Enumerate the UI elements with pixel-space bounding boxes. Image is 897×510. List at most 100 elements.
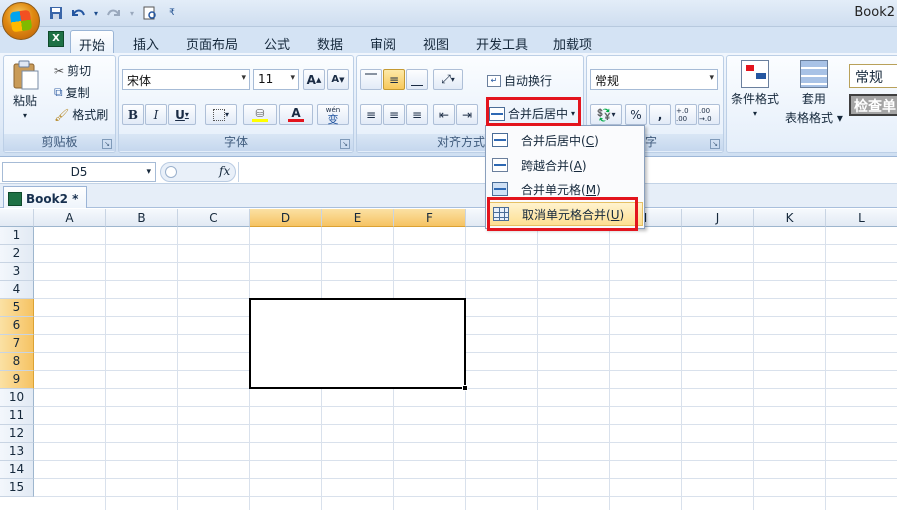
tab-developer[interactable]: 开发工具 bbox=[468, 30, 536, 53]
copy-button[interactable]: ⧉ 复制 bbox=[54, 84, 90, 101]
row-header-9[interactable]: 9 bbox=[0, 371, 34, 389]
border-button[interactable]: ▾ bbox=[205, 104, 237, 125]
merge-center-icon bbox=[492, 133, 508, 147]
menu-item-merge-center[interactable]: 合并后居中(C) bbox=[487, 128, 643, 152]
increase-decimal-button[interactable]: +.0 .00 bbox=[675, 104, 697, 125]
row-header-13[interactable]: 13 bbox=[0, 443, 34, 461]
shrink-font-button[interactable]: A ▼ bbox=[327, 69, 349, 90]
menu-item-merge-cells[interactable]: 合并单元格(M) bbox=[487, 177, 643, 201]
grow-font-button[interactable]: A ▲ bbox=[303, 69, 325, 90]
underline-button[interactable]: U ▾ bbox=[168, 104, 196, 125]
workbook-tab[interactable]: Book2 * bbox=[3, 186, 88, 208]
customize-toolbar-icon[interactable]: ₹ bbox=[164, 5, 180, 21]
excel-icon[interactable]: X bbox=[48, 31, 64, 47]
column-header-b[interactable]: B bbox=[106, 209, 178, 227]
office-button[interactable] bbox=[2, 2, 40, 40]
conditional-format-icon bbox=[741, 60, 769, 88]
selected-range[interactable] bbox=[249, 298, 466, 389]
fill-handle[interactable] bbox=[462, 385, 468, 391]
format-painter-button[interactable]: 🖌 格式刷 bbox=[54, 106, 108, 123]
grid-row-line bbox=[34, 406, 897, 407]
dialog-launcher-icon[interactable]: ↘ bbox=[710, 139, 720, 149]
align-center-button[interactable]: ≡ bbox=[383, 104, 405, 125]
phonetic-button[interactable]: wén 变 bbox=[317, 104, 349, 125]
format-as-table-button[interactable]: 套用 表格格式 ▾ bbox=[785, 60, 843, 126]
menu-item-unmerge-cells[interactable]: 取消单元格合并(U) bbox=[487, 202, 643, 226]
row-header-14[interactable]: 14 bbox=[0, 461, 34, 479]
column-header-a[interactable]: A bbox=[34, 209, 106, 227]
align-right-button[interactable]: ≡ bbox=[406, 104, 428, 125]
currency-button[interactable]: 💱 ▾ bbox=[590, 104, 622, 125]
style-normal-cell[interactable]: 常规 bbox=[849, 64, 897, 88]
tab-page-layout[interactable]: 页面布局 bbox=[178, 30, 246, 53]
tab-insert[interactable]: 插入 bbox=[125, 30, 167, 53]
column-header-c[interactable]: C bbox=[178, 209, 250, 227]
row-header-8[interactable]: 8 bbox=[0, 353, 34, 371]
row-header-1[interactable]: 1 bbox=[0, 227, 34, 245]
style-check-cell[interactable]: 检查单 bbox=[849, 94, 897, 116]
tab-review[interactable]: 审阅 bbox=[362, 30, 404, 53]
column-header-j[interactable]: J bbox=[682, 209, 754, 227]
row-header-7[interactable]: 7 bbox=[0, 335, 34, 353]
column-header-f[interactable]: F bbox=[394, 209, 466, 227]
row-header-4[interactable]: 4 bbox=[0, 281, 34, 299]
italic-button[interactable]: I bbox=[145, 104, 167, 125]
bold-button[interactable]: B bbox=[122, 104, 144, 125]
save-icon[interactable] bbox=[48, 5, 64, 21]
quick-access-toolbar: ▾ ▾ ₹ bbox=[48, 3, 180, 23]
tab-data[interactable]: 数据 bbox=[309, 30, 351, 53]
redo-dropdown-icon[interactable]: ▾ bbox=[128, 5, 136, 21]
undo-dropdown-icon[interactable]: ▾ bbox=[92, 5, 100, 21]
collapse-icon[interactable] bbox=[165, 166, 177, 178]
font-name-select[interactable]: 宋体 ▾ bbox=[122, 69, 250, 90]
increase-indent-button[interactable]: ⇥ bbox=[456, 104, 478, 125]
orientation-button[interactable]: ⤢ ▾ bbox=[433, 69, 463, 90]
decrease-decimal-button[interactable]: .00 →.0 bbox=[698, 104, 720, 125]
dialog-launcher-icon[interactable]: ↘ bbox=[340, 139, 350, 149]
merge-dropdown-menu: 合并后居中(C) 跨越合并(A) 合并单元格(M) 取消单元格合并(U) bbox=[485, 125, 645, 229]
conditional-format-button[interactable]: 条件格式 ▾ bbox=[731, 60, 779, 118]
row-header-5[interactable]: 5 bbox=[0, 299, 34, 317]
column-header-e[interactable]: E bbox=[322, 209, 394, 227]
preview-icon[interactable] bbox=[142, 5, 158, 21]
column-header-d[interactable]: D bbox=[250, 209, 322, 227]
merge-center-button[interactable]: 合并后居中 ▾ bbox=[489, 105, 575, 122]
align-top-button[interactable]: ⎺ bbox=[360, 69, 382, 90]
merge-across-icon bbox=[492, 158, 508, 172]
row-header-15[interactable]: 15 bbox=[0, 479, 34, 497]
tab-formulas[interactable]: 公式 bbox=[256, 30, 298, 53]
percent-button[interactable]: % bbox=[625, 104, 647, 125]
row-header-12[interactable]: 12 bbox=[0, 425, 34, 443]
decrease-indent-button[interactable]: ⇤ bbox=[433, 104, 455, 125]
row-header-10[interactable]: 10 bbox=[0, 389, 34, 407]
redo-icon[interactable] bbox=[106, 5, 122, 21]
fx-button[interactable]: fx bbox=[219, 164, 230, 178]
name-box[interactable]: D5 ▾ bbox=[2, 162, 156, 182]
font-color-button[interactable]: A bbox=[279, 104, 313, 125]
row-header-3[interactable]: 3 bbox=[0, 263, 34, 281]
select-all-corner[interactable] bbox=[0, 209, 34, 227]
column-header-l[interactable]: L bbox=[826, 209, 897, 227]
comma-button[interactable]: , bbox=[649, 104, 671, 125]
number-format-select[interactable]: 常规 ▾ bbox=[590, 69, 718, 90]
paste-button[interactable]: 粘贴 ▾ bbox=[10, 60, 40, 120]
tab-view[interactable]: 视图 bbox=[415, 30, 457, 53]
chevron-down-icon: ▾ bbox=[290, 73, 295, 83]
menu-item-merge-across[interactable]: 跨越合并(A) bbox=[487, 153, 643, 177]
fill-color-button[interactable]: ⛁ bbox=[243, 104, 277, 125]
tab-addins[interactable]: 加载项 bbox=[545, 30, 600, 53]
wrap-text-button[interactable]: ↵ 自动换行 bbox=[487, 72, 552, 89]
dialog-launcher-icon[interactable]: ↘ bbox=[102, 139, 112, 149]
align-left-button[interactable]: ≡ bbox=[360, 104, 382, 125]
align-bottom-button[interactable]: ⎽ bbox=[406, 69, 428, 90]
font-size-select[interactable]: 11 ▾ bbox=[253, 69, 299, 90]
row-header-2[interactable]: 2 bbox=[0, 245, 34, 263]
undo-icon[interactable] bbox=[70, 5, 86, 21]
grid-row-line bbox=[34, 424, 897, 425]
row-header-11[interactable]: 11 bbox=[0, 407, 34, 425]
column-header-k[interactable]: K bbox=[754, 209, 826, 227]
align-middle-button[interactable]: ≡ bbox=[383, 69, 405, 90]
row-header-6[interactable]: 6 bbox=[0, 317, 34, 335]
tab-home[interactable]: 开始 bbox=[70, 30, 115, 54]
cut-button[interactable]: ✂ 剪切 bbox=[54, 62, 91, 79]
